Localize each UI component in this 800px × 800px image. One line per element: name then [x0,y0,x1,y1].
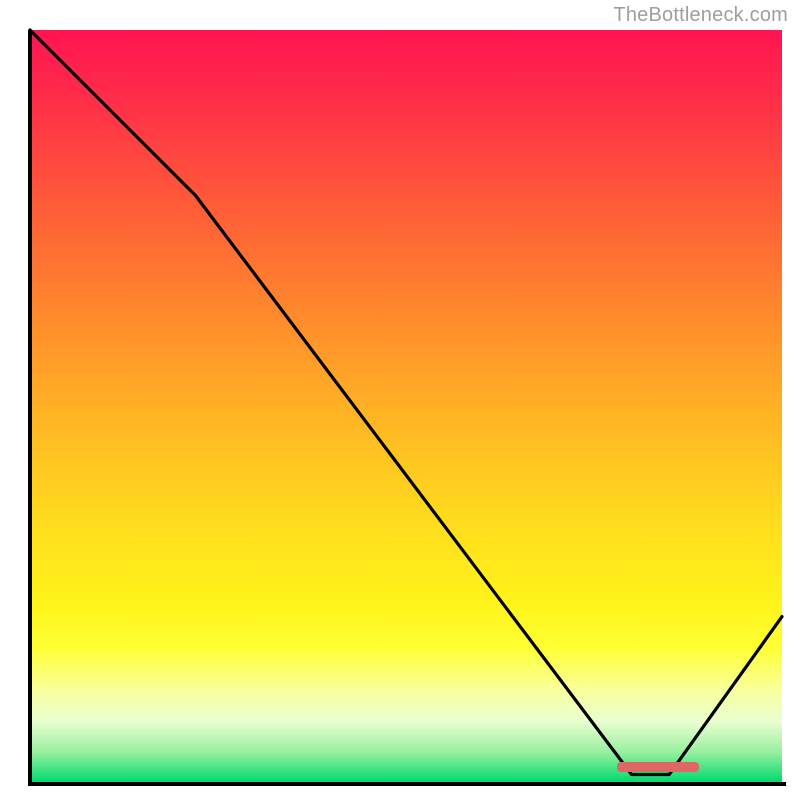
bottleneck-curve [30,30,782,782]
optimal-range-marker [617,762,700,772]
attribution-text: TheBottleneck.com [613,4,788,27]
y-axis [28,30,32,786]
x-axis [28,782,786,786]
